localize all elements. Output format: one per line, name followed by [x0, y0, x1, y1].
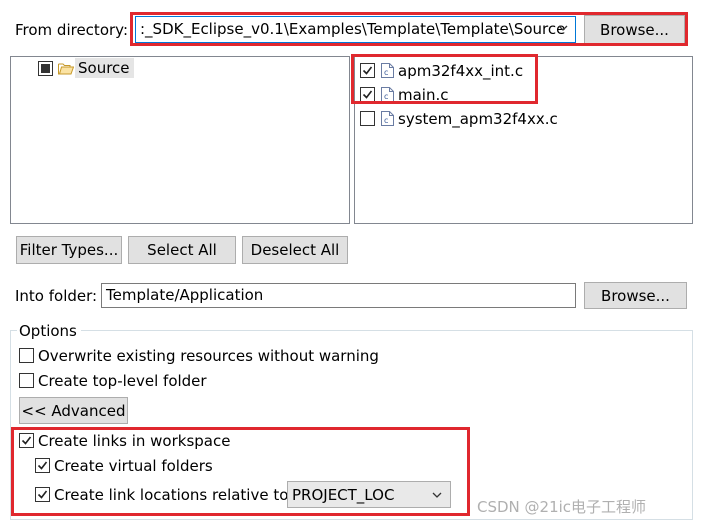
- from-directory-browse-button[interactable]: Browse...: [584, 15, 685, 44]
- tree-checkbox-source[interactable]: [38, 61, 53, 76]
- from-directory-label: From directory:: [15, 21, 128, 39]
- overwrite-label[interactable]: Overwrite existing resources without war…: [38, 346, 379, 366]
- top-level-folder-label[interactable]: Create top-level folder: [38, 371, 207, 391]
- relative-links-checkbox[interactable]: [35, 487, 50, 502]
- from-directory-combo[interactable]: :_SDK_Eclipse_v0.1\Examples\Template\Tem…: [135, 16, 576, 43]
- file-label[interactable]: main.c: [398, 85, 449, 105]
- from-directory-value: :_SDK_Eclipse_v0.1\Examples\Template\Tem…: [140, 20, 566, 38]
- relative-location-select[interactable]: PROJECT_LOC: [287, 481, 451, 508]
- file-checkbox-apm32f4xx-int[interactable]: [360, 63, 375, 78]
- options-title: Options: [19, 322, 77, 340]
- file-label[interactable]: system_apm32f4xx.c: [398, 109, 558, 129]
- into-folder-browse-button[interactable]: Browse...: [584, 282, 687, 309]
- folder-open-icon: [58, 63, 74, 75]
- filter-types-button[interactable]: Filter Types...: [16, 236, 122, 264]
- file-list-panel[interactable]: c apm32f4xx_int.c c main.c c system_apm3…: [354, 56, 693, 224]
- svg-text:c: c: [384, 116, 388, 125]
- into-folder-label: Into folder:: [15, 287, 98, 305]
- svg-text:c: c: [384, 92, 388, 101]
- c-file-icon: c: [381, 63, 394, 78]
- svg-text:c: c: [384, 68, 388, 77]
- file-label[interactable]: apm32f4xx_int.c: [398, 61, 523, 81]
- select-all-button[interactable]: Select All: [128, 236, 236, 264]
- partial-check-indicator: [41, 64, 50, 73]
- overwrite-checkbox[interactable]: [19, 348, 34, 363]
- into-folder-input[interactable]: Template/Application: [101, 283, 576, 308]
- relative-location-value: PROJECT_LOC: [292, 486, 395, 504]
- chevron-down-icon[interactable]: [557, 22, 569, 34]
- virtual-folders-checkbox[interactable]: [35, 458, 50, 473]
- file-checkbox-system-apm32f4xx[interactable]: [360, 111, 375, 126]
- watermark-text: CSDN @21ic电子工程师: [477, 498, 647, 516]
- relative-links-label[interactable]: Create link locations relative to:: [54, 485, 293, 505]
- create-links-label[interactable]: Create links in workspace: [38, 431, 230, 451]
- file-checkbox-main[interactable]: [360, 87, 375, 102]
- tree-item-label[interactable]: Source: [75, 58, 134, 78]
- c-file-icon: c: [381, 87, 394, 102]
- top-level-folder-checkbox[interactable]: [19, 373, 34, 388]
- folder-tree-panel[interactable]: Source: [10, 56, 350, 224]
- chevron-down-icon[interactable]: [431, 489, 443, 501]
- c-file-icon: c: [381, 111, 394, 126]
- deselect-all-button[interactable]: Deselect All: [242, 236, 348, 264]
- advanced-button[interactable]: << Advanced: [19, 397, 128, 424]
- create-links-checkbox[interactable]: [19, 433, 34, 448]
- virtual-folders-label[interactable]: Create virtual folders: [54, 456, 213, 476]
